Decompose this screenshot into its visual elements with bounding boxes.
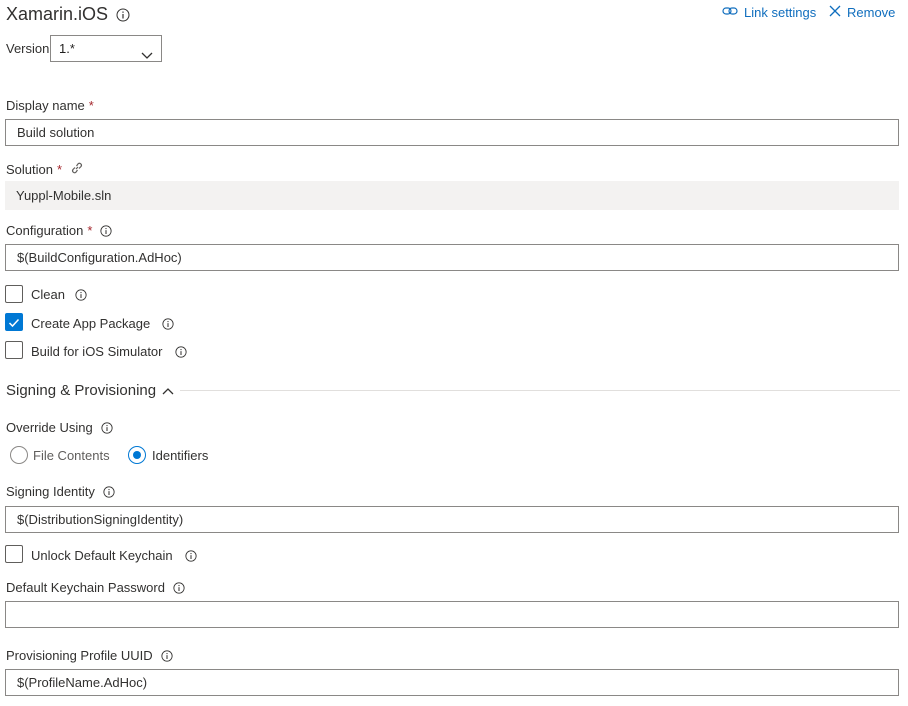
version-value: 1.*: [59, 41, 75, 56]
build-for-simulator-option: Build for iOS Simulator: [31, 344, 187, 359]
create-app-package-option: Create App Package: [31, 316, 174, 331]
override-using-label: Override Using: [6, 420, 113, 435]
info-icon[interactable]: [116, 8, 130, 22]
file-contents-label: File Contents: [33, 448, 110, 463]
signing-identity-input[interactable]: $(DistributionSigningIdentity): [5, 506, 899, 533]
provisioning-uuid-label-text: Provisioning Profile UUID: [6, 648, 153, 663]
required-mark: *: [87, 223, 93, 238]
file-contents-radio[interactable]: [10, 446, 28, 464]
clean-checkbox[interactable]: [5, 285, 23, 303]
info-icon[interactable]: [100, 224, 112, 237]
configuration-label: Configuration *: [6, 223, 112, 238]
chevron-down-icon: [141, 43, 153, 68]
clean-option: Clean: [31, 287, 87, 302]
info-icon[interactable]: [101, 421, 113, 434]
unlock-keychain-option: Unlock Default Keychain: [31, 548, 197, 563]
display-name-label-text: Display name: [6, 98, 85, 113]
info-icon[interactable]: [161, 649, 173, 662]
info-icon[interactable]: [185, 549, 197, 562]
create-app-package-label: Create App Package: [31, 316, 151, 331]
identifiers-label: Identifiers: [152, 448, 209, 463]
chain-link-icon[interactable]: [70, 161, 84, 178]
checkmark-icon: [8, 316, 20, 334]
configuration-input[interactable]: $(BuildConfiguration.AdHoc): [5, 244, 899, 271]
solution-label: Solution *: [6, 161, 84, 178]
display-name-label: Display name *: [6, 98, 94, 113]
signing-identity-label: Signing Identity: [6, 484, 115, 499]
info-icon[interactable]: [75, 288, 87, 301]
display-name-input[interactable]: Build solution: [5, 119, 899, 146]
link-settings-label: Link settings: [744, 5, 817, 20]
remove-button[interactable]: Remove: [829, 5, 895, 20]
info-icon[interactable]: [174, 345, 187, 358]
info-icon[interactable]: [162, 317, 174, 330]
link-settings-button[interactable]: Link settings: [722, 5, 816, 20]
identifiers-radio[interactable]: [128, 446, 146, 464]
unlock-keychain-label: Unlock Default Keychain: [31, 548, 173, 563]
link-icon: [722, 5, 738, 20]
version-select[interactable]: 1.*: [50, 35, 162, 62]
remove-label: Remove: [847, 5, 896, 20]
solution-readonly-field: Yuppl-Mobile.sln: [5, 181, 899, 210]
unlock-keychain-checkbox[interactable]: [5, 545, 23, 563]
provisioning-uuid-label: Provisioning Profile UUID: [6, 648, 173, 663]
build-for-simulator-checkbox[interactable]: [5, 341, 23, 359]
required-mark: *: [56, 162, 63, 177]
build-for-simulator-label: Build for iOS Simulator: [31, 344, 163, 359]
keychain-password-label: Default Keychain Password: [6, 580, 185, 595]
remove-icon: [829, 5, 841, 20]
clean-label: Clean: [31, 287, 65, 302]
required-mark: *: [88, 98, 94, 113]
task-title-row: Xamarin.iOS: [6, 4, 130, 25]
section-divider: [180, 390, 900, 391]
keychain-password-label-text: Default Keychain Password: [6, 580, 165, 595]
signing-identity-label-text: Signing Identity: [6, 484, 95, 499]
solution-label-text: Solution: [6, 162, 53, 177]
configuration-label-text: Configuration: [6, 223, 84, 238]
create-app-package-checkbox[interactable]: [5, 313, 23, 331]
version-label: Version: [6, 41, 50, 56]
info-icon[interactable]: [173, 581, 185, 594]
override-using-label-text: Override Using: [6, 420, 93, 435]
signing-section-header[interactable]: Signing & Provisioning: [6, 382, 174, 399]
task-title: Xamarin.iOS: [6, 4, 109, 24]
provisioning-uuid-input[interactable]: $(ProfileName.AdHoc): [5, 669, 899, 696]
signing-section-title: Signing & Provisioning: [6, 382, 157, 399]
chevron-up-icon: [162, 382, 174, 399]
keychain-password-input[interactable]: [5, 601, 899, 628]
info-icon[interactable]: [103, 485, 115, 498]
